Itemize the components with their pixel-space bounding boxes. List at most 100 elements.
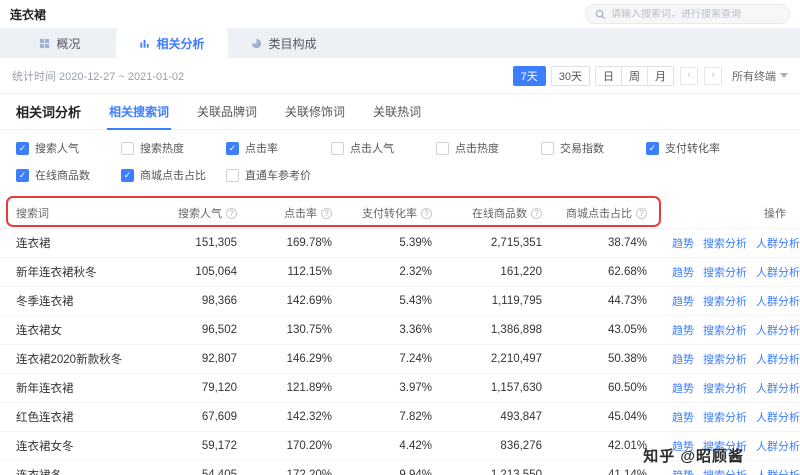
range-button-day[interactable]: 日	[595, 66, 622, 86]
filter-payment-conversion[interactable]: ✓支付转化率	[646, 140, 751, 156]
action-crowd-analysis[interactable]: 人群分析	[756, 354, 800, 366]
cell-ctr: 169.78%	[245, 229, 340, 258]
cell-search-popularity: 79,120	[160, 374, 245, 403]
cell-search-word: 连衣裙女冬	[0, 432, 160, 461]
action-crowd-analysis[interactable]: 人群分析	[756, 470, 800, 475]
terminal-dropdown[interactable]: 所有终端	[732, 68, 788, 84]
cell-actions: 趋势搜索分析人群分析	[655, 287, 800, 316]
filter-click-heat[interactable]: ✓点击热度	[436, 140, 541, 156]
cell-cvr: 5.39%	[340, 229, 440, 258]
action-crowd-analysis[interactable]: 人群分析	[756, 441, 800, 453]
header-ctr[interactable]: 点击率?	[245, 198, 340, 229]
action-crowd-analysis[interactable]: 人群分析	[756, 383, 800, 395]
action-crowd-analysis[interactable]: 人群分析	[756, 325, 800, 337]
cell-search-word: 连衣裙	[0, 229, 160, 258]
filter-click-popularity[interactable]: ✓点击人气	[331, 140, 436, 156]
header-search-popularity[interactable]: 搜索人气?	[160, 198, 245, 229]
metric-filters: ✓搜索人气✓搜索热度✓点击率✓点击人气✓点击热度✓交易指数✓支付转化率 ✓在线商…	[0, 130, 800, 198]
cell-search-popularity: 96,502	[160, 316, 245, 345]
header-online-items[interactable]: 在线商品数?	[440, 198, 550, 229]
checkbox-icon[interactable]: ✓	[16, 142, 29, 155]
range-button-30d[interactable]: 30天	[551, 66, 590, 86]
action-crowd-analysis[interactable]: 人群分析	[756, 412, 800, 424]
filter-label: 商城点击占比	[140, 167, 206, 183]
action-search-analysis[interactable]: 搜索分析	[703, 325, 747, 337]
range-button-month[interactable]: 月	[647, 66, 674, 86]
tab-category-composition[interactable]: 类目构成	[228, 28, 340, 58]
filter-row-2: ✓在线商品数✓商城点击占比✓直通车参考价	[16, 167, 784, 183]
cell-search-popularity: 67,609	[160, 403, 245, 432]
cell-actions: 趋势搜索分析人群分析	[655, 374, 800, 403]
help-icon: ?	[531, 208, 542, 219]
action-search-analysis[interactable]: 搜索分析	[703, 354, 747, 366]
cell-ctr: 170.20%	[245, 432, 340, 461]
range-button-7d[interactable]: 7天	[513, 66, 546, 86]
prev-page-button[interactable]: ‹	[680, 67, 698, 85]
table-header-row: 搜索词 搜索人气? 点击率? 支付转化率? 在线商品数? 商城点击占比? 操作	[0, 198, 800, 229]
cell-ctr: 121.89%	[245, 374, 340, 403]
checkbox-icon[interactable]: ✓	[436, 142, 449, 155]
filter-search-heat[interactable]: ✓搜索热度	[121, 140, 226, 156]
action-search-analysis[interactable]: 搜索分析	[703, 383, 747, 395]
checkbox-icon[interactable]: ✓	[121, 169, 134, 182]
filter-mall-click-share[interactable]: ✓ 商城点击占比	[121, 167, 226, 183]
action-trend[interactable]: 趋势	[672, 267, 694, 279]
action-crowd-analysis[interactable]: 人群分析	[756, 296, 800, 308]
filter-search-popularity[interactable]: ✓搜索人气	[16, 140, 121, 156]
checkbox-icon[interactable]: ✓	[226, 169, 239, 182]
action-trend[interactable]: 趋势	[672, 470, 694, 475]
action-trend[interactable]: 趋势	[672, 354, 694, 366]
header-payment-conversion[interactable]: 支付转化率?	[340, 198, 440, 229]
action-search-analysis[interactable]: 搜索分析	[703, 238, 747, 250]
filter-transaction-index[interactable]: ✓交易指数	[541, 140, 646, 156]
action-search-analysis[interactable]: 搜索分析	[703, 470, 747, 475]
action-trend[interactable]: 趋势	[672, 238, 694, 250]
action-trend[interactable]: 趋势	[672, 325, 694, 337]
action-trend[interactable]: 趋势	[672, 296, 694, 308]
cell-search-popularity: 105,064	[160, 258, 245, 287]
cell-actions: 趋势搜索分析人群分析	[655, 229, 800, 258]
subtab-hot-words[interactable]: 关联热词	[371, 94, 423, 129]
cell-search-word: 新年连衣裙秋冬	[0, 258, 160, 287]
table-row: 连衣裙女 96,502 130.75% 3.36% 1,386,898 43.0…	[0, 316, 800, 345]
checkbox-icon[interactable]: ✓	[226, 142, 239, 155]
checkbox-icon[interactable]: ✓	[646, 142, 659, 155]
cell-mall-share: 50.38%	[550, 345, 655, 374]
filter-ztc-reference-price[interactable]: ✓ 直通车参考价	[226, 167, 331, 183]
range-button-week[interactable]: 周	[621, 66, 648, 86]
table-row: 冬季连衣裙 98,366 142.69% 5.43% 1,119,795 44.…	[0, 287, 800, 316]
next-page-button[interactable]: ›	[704, 67, 722, 85]
search-input[interactable]	[611, 9, 780, 20]
subtab-modifier-words[interactable]: 关联修饰词	[283, 94, 347, 129]
cell-ctr: 142.32%	[245, 403, 340, 432]
tab-related-analysis[interactable]: 相关分析	[116, 28, 228, 58]
tab-overview[interactable]: 概况	[4, 28, 116, 58]
cell-search-word: 红色连衣裙	[0, 403, 160, 432]
cell-mall-share: 42.01%	[550, 432, 655, 461]
tab-label: 相关分析	[156, 35, 204, 52]
action-crowd-analysis[interactable]: 人群分析	[756, 267, 800, 279]
action-crowd-analysis[interactable]: 人群分析	[756, 238, 800, 250]
checkbox-icon[interactable]: ✓	[121, 142, 134, 155]
checkbox-icon[interactable]: ✓	[16, 169, 29, 182]
cell-search-popularity: 98,366	[160, 287, 245, 316]
subtab-brand-words[interactable]: 关联品牌词	[195, 94, 259, 129]
subtab-related-search-words[interactable]: 相关搜索词	[107, 94, 171, 129]
header-mall-click-share[interactable]: 商城点击占比?	[550, 198, 655, 229]
filter-label: 直通车参考价	[245, 167, 311, 183]
filter-online-items[interactable]: ✓在线商品数	[16, 167, 121, 183]
tab-label: 概况	[56, 35, 80, 52]
action-search-analysis[interactable]: 搜索分析	[703, 296, 747, 308]
action-trend[interactable]: 趋势	[672, 412, 694, 424]
checkbox-icon[interactable]: ✓	[331, 142, 344, 155]
top-search[interactable]	[585, 4, 790, 24]
cell-cvr: 9.94%	[340, 461, 440, 475]
toolbar-right: 7天30天日周月 ‹ › 所有终端	[513, 66, 788, 86]
filter-label: 点击率	[245, 140, 278, 156]
main-tabbar: 概况 相关分析 类目构成	[0, 28, 800, 58]
action-search-analysis[interactable]: 搜索分析	[703, 412, 747, 424]
filter-ctr[interactable]: ✓ 点击率	[226, 140, 331, 156]
action-search-analysis[interactable]: 搜索分析	[703, 267, 747, 279]
action-trend[interactable]: 趋势	[672, 383, 694, 395]
checkbox-icon[interactable]: ✓	[541, 142, 554, 155]
